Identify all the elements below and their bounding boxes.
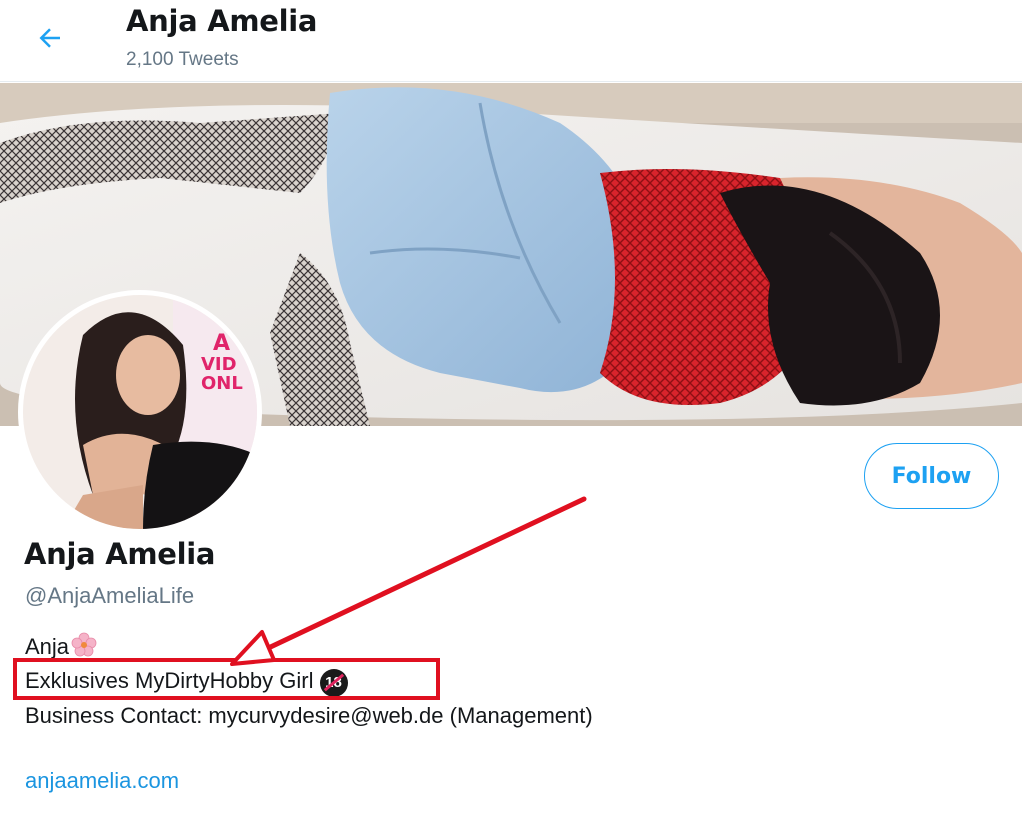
profile-handle[interactable]: @AnjaAmeliaLife [25, 583, 194, 609]
profile-page: Anja Amelia 2,100 Tweets A VID ONL Follo… [0, 0, 1022, 815]
profile-header: Anja Amelia 2,100 Tweets [0, 0, 1022, 82]
svg-text:A: A [213, 331, 230, 356]
arrow-left-icon [39, 28, 60, 48]
profile-website-link[interactable]: anjaamelia.com [25, 768, 179, 794]
svg-text:VID: VID [201, 354, 237, 375]
bio-line-contact: Business Contact: mycurvydesire@web.de (… [25, 703, 593, 728]
display-name: Anja Amelia [24, 537, 216, 571]
follow-button[interactable]: Follow [864, 443, 999, 509]
tweet-count: 2,100 Tweets [126, 49, 239, 70]
annotation-highlight-box [13, 658, 440, 700]
profile-avatar[interactable]: A VID ONL [18, 290, 262, 534]
back-button[interactable] [30, 18, 70, 58]
header-title: Anja Amelia [126, 4, 318, 38]
svg-text:ONL: ONL [201, 373, 243, 394]
bio-name-text: Anja [25, 634, 70, 659]
